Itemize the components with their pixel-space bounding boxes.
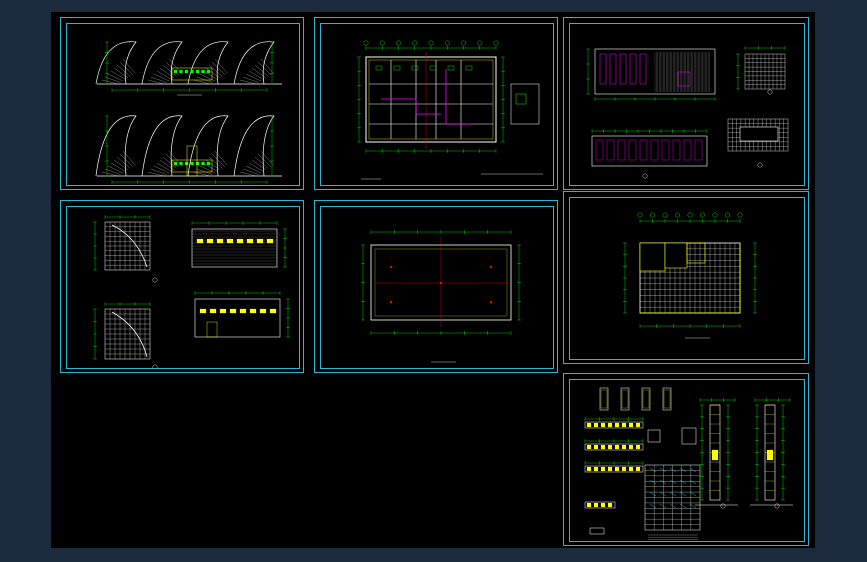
floor-plan-sheet[interactable] [314,17,558,190]
elevations-sheet[interactable] [60,17,304,190]
door-window-schedule-sheet-drawing [584,387,793,540]
wall-details-sheet-drawing [93,215,290,368]
interior-elevations-sheet[interactable] [563,17,809,190]
wall-details-sheet-inner-frame [66,206,300,369]
floor-plan-sheet-inner-frame [320,23,554,186]
roof-plan-sheet-drawing [361,230,521,363]
elevations-sheet-inner-frame [66,23,300,186]
grid-plan-sheet-drawing [623,212,757,339]
interior-elevations-sheet-inner-frame [569,23,805,186]
wall-details-sheet[interactable] [60,200,304,373]
model-space[interactable] [51,12,815,548]
floor-plan-sheet-drawing [357,40,543,180]
door-window-schedule-sheet-inner-frame [569,379,805,542]
door-window-schedule-sheet[interactable] [563,373,809,546]
interior-elevations-sheet-drawing [586,46,789,179]
cad-viewport[interactable]: { "colors": { "frame_outer": "#1b2a3c", … [0,0,867,562]
elevations-sheet-drawing [95,41,282,184]
roof-plan-sheet-inner-frame [320,206,554,369]
grid-plan-sheet[interactable] [563,191,809,364]
grid-plan-sheet-inner-frame [569,197,805,360]
roof-plan-sheet[interactable] [314,200,558,373]
